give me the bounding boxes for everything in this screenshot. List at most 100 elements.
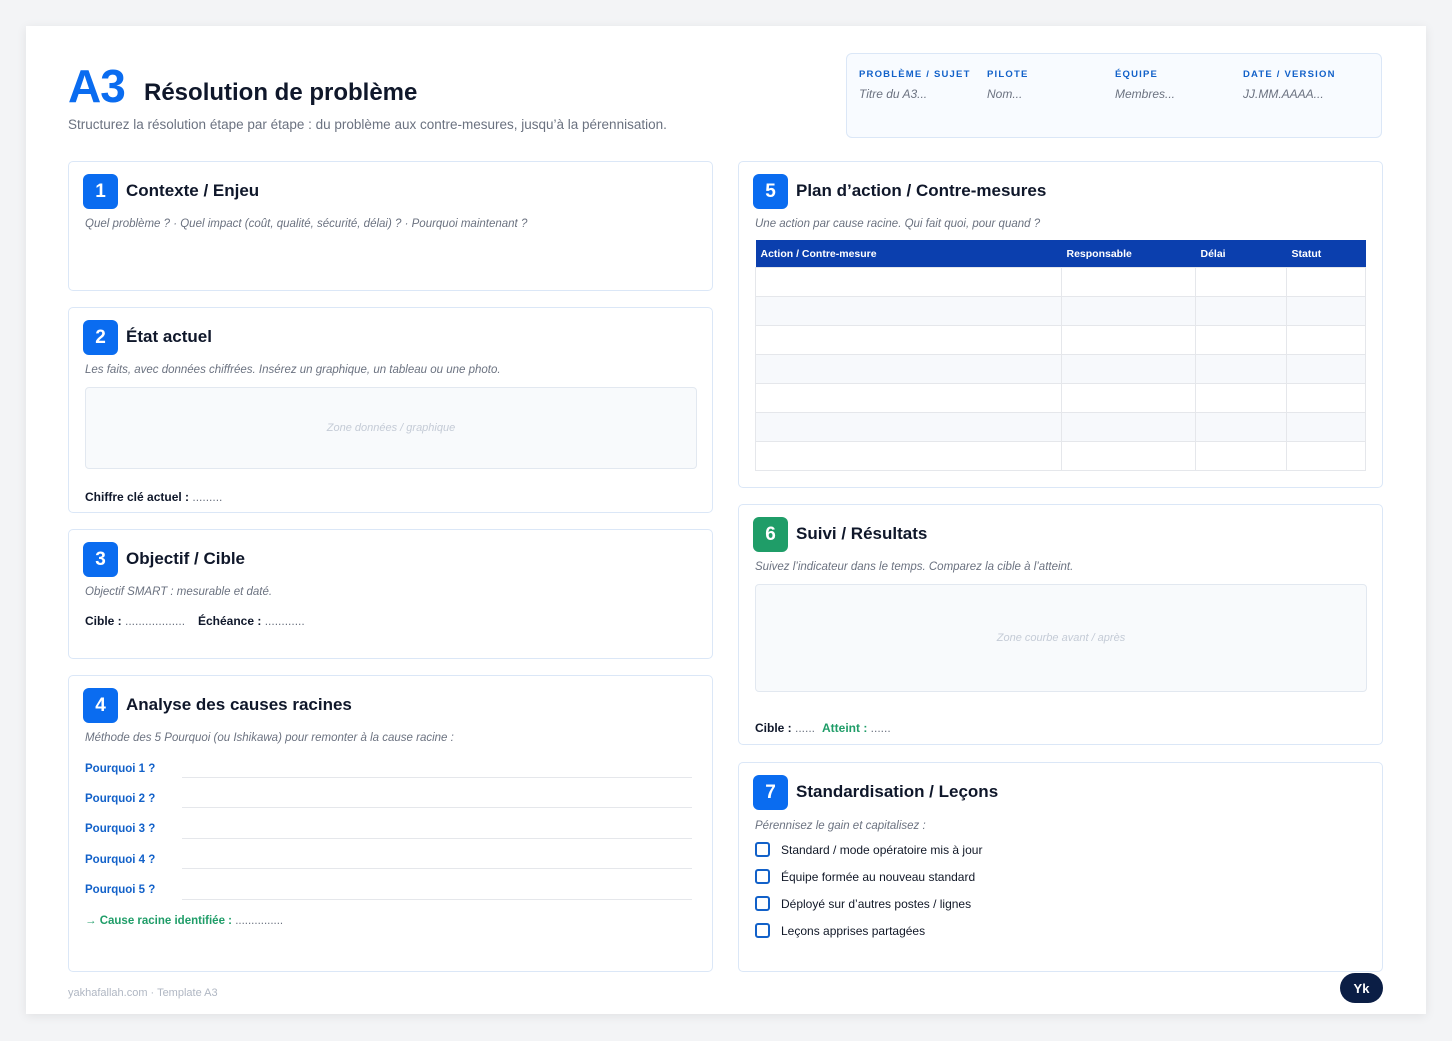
section-standardisation: 7 Standardisation / Leçons Pérennisez le…	[738, 762, 1383, 972]
section-hint: Méthode des 5 Pourquoi (ou Ishikawa) pou…	[85, 732, 454, 744]
table-cell[interactable]	[1061, 383, 1196, 413]
section-hint: Les faits, avec données chiffrées. Insér…	[85, 364, 501, 376]
why-5-label: Pourquoi 5 ?	[85, 884, 156, 896]
action-plan-body	[755, 267, 1366, 471]
key-figure-value[interactable]: .........	[192, 490, 222, 504]
table-cell[interactable]	[1286, 267, 1366, 297]
deadline-label: Échéance :	[198, 614, 262, 628]
checklist-item[interactable]: Standard / mode opératoire mis à jour	[755, 842, 982, 857]
page-title: Résolution de problème	[144, 79, 418, 106]
section-number-badge: 3	[83, 542, 118, 577]
why-3-label: Pourquoi 3 ?	[85, 823, 156, 835]
root-cause-value[interactable]: ...............	[235, 915, 283, 927]
why-4-input-line[interactable]	[182, 868, 692, 869]
deadline-field: Échéance : ............	[198, 614, 305, 628]
table-cell[interactable]	[1061, 354, 1196, 384]
section-title: Standardisation / Leçons	[796, 782, 999, 801]
result-achieved-value[interactable]: ......	[871, 721, 891, 735]
table-cell[interactable]	[1061, 296, 1196, 326]
why-3-input-line[interactable]	[182, 838, 692, 839]
footer-credit: yakhafallah.com · Template A3	[68, 987, 218, 999]
why-1-input-line[interactable]	[182, 777, 692, 778]
section-number-badge: 7	[753, 775, 788, 810]
result-target-value[interactable]: ......	[795, 721, 815, 735]
table-cell[interactable]	[1286, 383, 1366, 413]
table-cell[interactable]	[1286, 441, 1366, 471]
root-cause-label: → Cause racine identifiée :	[85, 915, 232, 927]
table-cell[interactable]	[1195, 267, 1287, 297]
section-follow-up: 6 Suivi / Résultats Suivez l’indicateur …	[738, 504, 1383, 745]
why-2-label: Pourquoi 2 ?	[85, 793, 156, 805]
table-cell[interactable]	[1286, 325, 1366, 355]
meta-team[interactable]: ÉQUIPE Membres...	[1115, 68, 1175, 101]
meta-label: DATE / VERSION	[1243, 69, 1336, 80]
table-cell[interactable]	[755, 267, 1062, 297]
meta-subject[interactable]: PROBLÈME / SUJET Titre du A3...	[859, 68, 971, 101]
target-value[interactable]: ..................	[125, 614, 185, 628]
deadline-value[interactable]: ............	[265, 614, 305, 628]
why-4-label: Pourquoi 4 ?	[85, 854, 156, 866]
section-number-badge: 1	[83, 174, 118, 209]
table-row	[755, 267, 1366, 297]
result-target: Cible : ......	[755, 721, 815, 735]
table-cell[interactable]	[755, 354, 1062, 384]
section-title: Plan d’action / Contre-mesures	[796, 181, 1047, 200]
before-after-chart-zone[interactable]: Zone courbe avant / après	[755, 584, 1367, 692]
section-number-badge: 2	[83, 320, 118, 355]
table-cell[interactable]	[1061, 412, 1196, 442]
author-logo: Yk	[1340, 973, 1383, 1003]
table-cell[interactable]	[1286, 296, 1366, 326]
why-2-input-line[interactable]	[182, 807, 692, 808]
table-row	[755, 383, 1366, 413]
section-action-plan: 5 Plan d’action / Contre-mesures Une act…	[738, 161, 1383, 488]
checklist-item-label: Équipe formée au nouveau standard	[781, 869, 976, 884]
meta-label: PROBLÈME / SUJET	[859, 69, 971, 80]
table-cell[interactable]	[755, 441, 1062, 471]
target-field: Cible : ..................	[85, 614, 185, 628]
checklist-item-label: Standard / mode opératoire mis à jour	[781, 842, 983, 857]
table-row	[755, 441, 1366, 471]
section-context: 1 Contexte / Enjeu Quel problème ? · Que…	[68, 161, 713, 291]
section-current-state: 2 État actuel Les faits, avec données ch…	[68, 307, 713, 513]
why-5-input-line[interactable]	[182, 899, 692, 900]
table-cell[interactable]	[1061, 267, 1196, 297]
table-cell[interactable]	[1195, 354, 1287, 384]
table-cell[interactable]	[1195, 441, 1287, 471]
col-header-status: Statut	[1286, 240, 1366, 268]
checkbox[interactable]	[755, 896, 770, 911]
checkbox[interactable]	[755, 842, 770, 857]
page-subtitle: Structurez la résolution étape par étape…	[68, 117, 667, 132]
col-header-action: Action / Contre-mesure	[755, 240, 1062, 268]
section-title: Suivi / Résultats	[796, 524, 928, 543]
checklist-item[interactable]: Déployé sur d’autres postes / lignes	[755, 896, 971, 911]
meta-subject-field[interactable]: Titre du A3...	[859, 87, 971, 101]
col-header-owner: Responsable	[1061, 240, 1196, 268]
meta-label: PILOTE	[987, 69, 1029, 80]
meta-date-field[interactable]: JJ.MM.AAAA...	[1243, 87, 1336, 101]
checklist-item[interactable]: Leçons apprises partagées	[755, 923, 925, 938]
checkbox[interactable]	[755, 923, 770, 938]
meta-pilot-field[interactable]: Nom...	[987, 87, 1029, 101]
table-cell[interactable]	[755, 383, 1062, 413]
table-cell[interactable]	[755, 325, 1062, 355]
section-title: Analyse des causes racines	[126, 695, 352, 714]
table-cell[interactable]	[755, 412, 1062, 442]
table-cell[interactable]	[755, 296, 1062, 326]
meta-team-field[interactable]: Membres...	[1115, 87, 1175, 101]
table-cell[interactable]	[1286, 354, 1366, 384]
table-cell[interactable]	[1061, 325, 1196, 355]
checkbox[interactable]	[755, 869, 770, 884]
checklist-item[interactable]: Équipe formée au nouveau standard	[755, 869, 975, 884]
table-cell[interactable]	[1195, 383, 1287, 413]
table-cell[interactable]	[1195, 325, 1287, 355]
table-header-row: Action / Contre-mesure Responsable Délai…	[755, 240, 1366, 268]
table-cell[interactable]	[1061, 441, 1196, 471]
table-cell[interactable]	[1195, 296, 1287, 326]
data-chart-zone[interactable]: Zone données / graphique	[85, 387, 697, 469]
section-number-badge: 5	[753, 174, 788, 209]
meta-pilot[interactable]: PILOTE Nom...	[987, 68, 1029, 101]
table-cell[interactable]	[1195, 412, 1287, 442]
meta-date[interactable]: DATE / VERSION JJ.MM.AAAA...	[1243, 68, 1336, 101]
table-cell[interactable]	[1286, 412, 1366, 442]
table-row	[755, 325, 1366, 355]
